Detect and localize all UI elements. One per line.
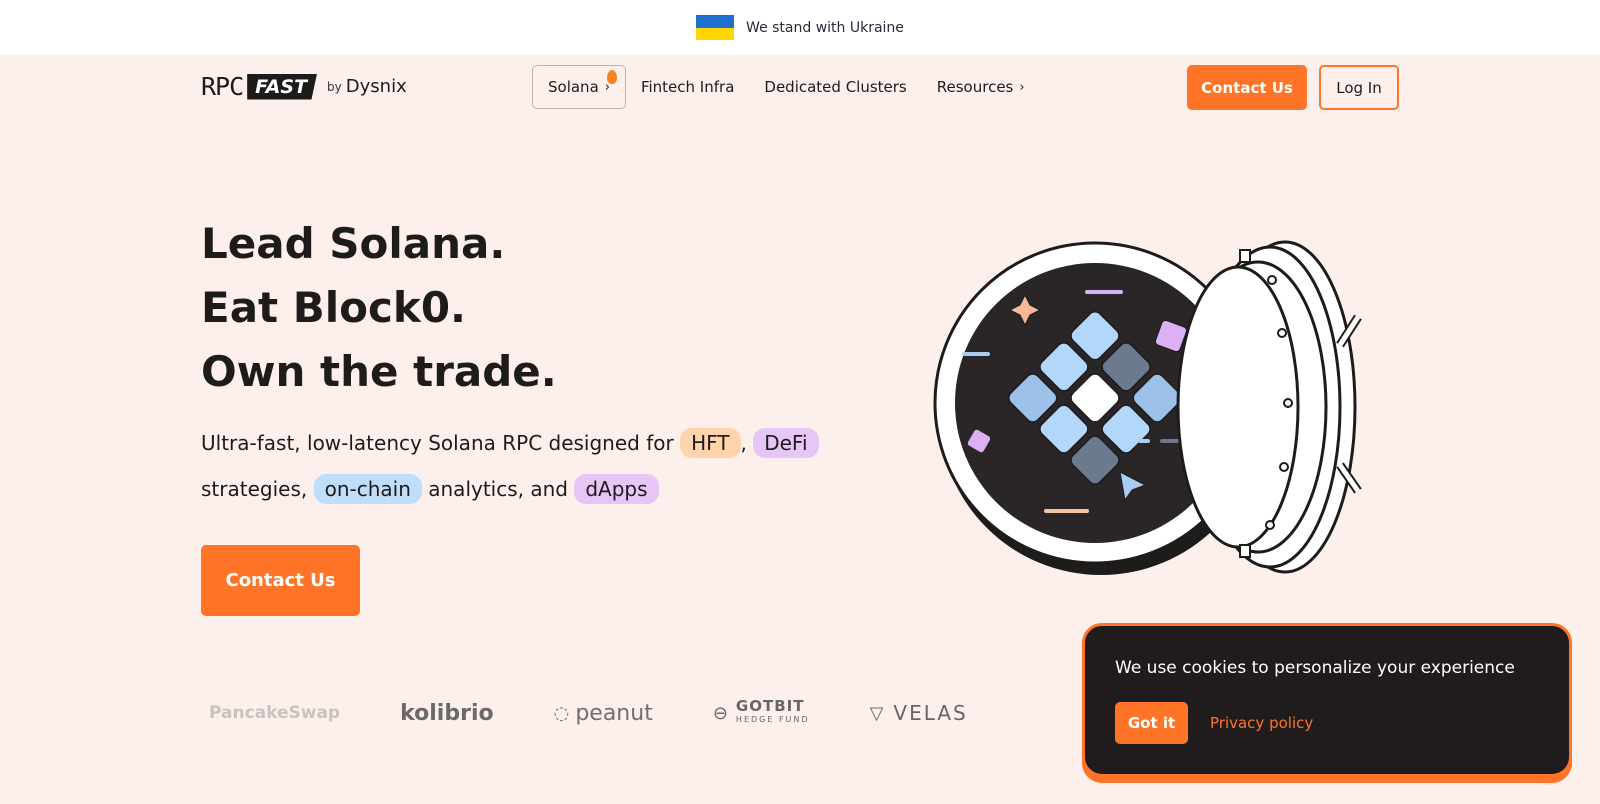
partner-logo-gotbit: ⊖ GOTBIT HEDGE FUND — [713, 699, 810, 727]
nav-item-label: Dedicated Clusters — [764, 78, 907, 96]
cookie-accept-button[interactable]: Got it — [1115, 702, 1188, 744]
hero-title-line: Lead Solana. — [201, 219, 506, 268]
hero-sub-text: , — [740, 431, 747, 455]
nav-item-resources[interactable]: Resources › — [922, 65, 1040, 109]
nav-item-label: Fintech Infra — [640, 78, 735, 96]
privacy-policy-link[interactable]: Privacy policy — [1210, 714, 1313, 732]
logo-rpc-text: RPC — [201, 72, 244, 101]
partner-logo-peanut: ◌ peanut — [554, 701, 653, 726]
hero-sub-text: strategies, — [201, 477, 308, 501]
partner-logo-kolibrio: kolibrio — [400, 700, 494, 726]
partner-logo-text: peanut — [575, 700, 653, 726]
fire-icon — [606, 70, 617, 84]
hero-title: Lead Solana. Eat Block0. Own the trade. — [201, 212, 557, 404]
nav-item-fintech-infra[interactable]: Fintech Infra — [626, 65, 749, 109]
main-nav: RPC FAST by Dysnix Solana › Fintech Infr… — [0, 55, 1600, 120]
chevron-right-icon: › — [1019, 79, 1025, 95]
ukraine-flag-icon — [696, 15, 735, 40]
partner-logo-subtext: HEDGE FUND — [735, 715, 810, 724]
banner-text: We stand with Ukraine — [746, 19, 904, 36]
site-logo[interactable]: RPC FAST by Dysnix — [201, 72, 407, 101]
logo-fast-text: FAST — [247, 73, 318, 100]
logo-by-text: by — [327, 79, 342, 94]
ukraine-banner: We stand with Ukraine — [0, 0, 1600, 55]
hero-title-line: Eat Block0. — [201, 283, 467, 332]
hero-contact-button[interactable]: Contact Us — [201, 545, 360, 616]
partner-logo-text: VELAS — [893, 701, 968, 725]
logo-company-text: Dysnix — [345, 76, 407, 97]
vault-illustration — [933, 240, 1362, 575]
hero-subtitle: Ultra-fast, low-latency Solana RPC desig… — [201, 420, 821, 512]
nav-item-solana[interactable]: Solana › — [532, 65, 626, 109]
nav-item-dedicated-clusters[interactable]: Dedicated Clusters — [749, 65, 921, 109]
nav-item-label: Solana — [548, 78, 599, 96]
nav-item-label: Resources — [936, 78, 1014, 96]
tag-hft: HFT — [680, 428, 741, 458]
hero-sub-text: analytics, and — [428, 477, 568, 501]
partner-logo-text: GOTBIT — [735, 697, 805, 715]
nav-links: Solana › Fintech Infra Dedicated Cluster… — [532, 65, 1040, 109]
partner-logo-velas: ▽ VELAS — [870, 701, 968, 725]
hero-sub-text: Ultra-fast, low-latency Solana RPC desig… — [201, 431, 674, 455]
tag-dapps: dApps — [574, 474, 659, 504]
partner-logo-pancakeswap: PancakeSwap — [209, 703, 341, 723]
gotbit-icon: ⊖ — [712, 702, 728, 724]
peanut-icon: ◌ — [553, 702, 570, 724]
cookie-banner: We use cookies to personalize your exper… — [1082, 623, 1572, 777]
partner-logos: PancakeSwap kolibrio ◌ peanut ⊖ GOTBIT H… — [209, 693, 1028, 733]
hero-title-line: Own the trade. — [201, 347, 557, 396]
login-button[interactable]: Log In — [1319, 65, 1399, 110]
velas-icon: ▽ — [869, 702, 886, 724]
gotbit-text: GOTBIT HEDGE FUND — [736, 699, 810, 727]
nav-contact-button[interactable]: Contact Us — [1187, 65, 1307, 110]
cookie-text: We use cookies to personalize your exper… — [1115, 658, 1515, 678]
tag-defi: DeFi — [753, 428, 819, 458]
tag-on-chain: on-chain — [313, 474, 422, 504]
